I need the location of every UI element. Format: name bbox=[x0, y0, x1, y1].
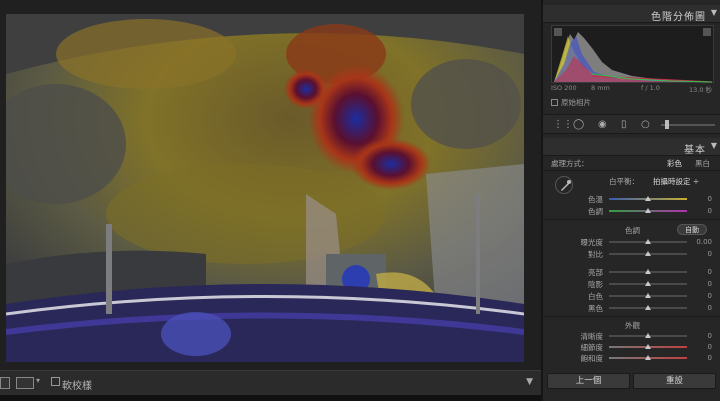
basic-title: 基本 bbox=[684, 145, 706, 156]
contrast-slider-knob[interactable] bbox=[645, 251, 651, 256]
vibrance-value[interactable]: 0 bbox=[688, 343, 712, 351]
histogram-graph bbox=[554, 32, 713, 83]
tint-value[interactable]: 0 bbox=[688, 207, 712, 215]
graduated-filter-icon[interactable]: ▯ bbox=[621, 119, 627, 131]
histogram-header[interactable]: 色階分佈圖 ▼ bbox=[543, 5, 720, 23]
exposure-label: 曝光度 bbox=[580, 238, 604, 247]
soft-proof-label: 軟校樣 bbox=[62, 381, 92, 392]
tint-label: 色調 bbox=[588, 207, 603, 216]
white-balance-select[interactable]: 拍攝時設定 ÷ bbox=[653, 176, 699, 187]
divider bbox=[543, 219, 720, 220]
treatment-bw-option[interactable]: 黑白 bbox=[695, 158, 710, 169]
vibrance-label: 細節度 bbox=[580, 343, 604, 352]
shadows-label: 陰影 bbox=[588, 280, 603, 289]
shadow-clipping-icon[interactable] bbox=[554, 28, 562, 36]
shadows-value[interactable]: 0 bbox=[688, 280, 712, 288]
saturation-value[interactable]: 0 bbox=[688, 354, 712, 362]
presence-label: 外觀 bbox=[625, 321, 640, 330]
contrast-value[interactable]: 0 bbox=[688, 250, 712, 258]
original-photo-label: 原始相片 bbox=[561, 98, 591, 107]
toolbar-bottom: ▾ 軟校樣 ▼ bbox=[0, 370, 541, 395]
highlights-slider-knob[interactable] bbox=[645, 269, 651, 274]
focal-length-value: 8 mm bbox=[591, 84, 610, 92]
compare-view-button[interactable] bbox=[16, 377, 34, 389]
soft-proof-checkbox[interactable] bbox=[51, 377, 60, 386]
exposure-slider-knob[interactable] bbox=[645, 239, 651, 244]
brush-slider[interactable] bbox=[661, 124, 715, 126]
iso-value: ISO 200 bbox=[551, 84, 577, 92]
temp-label: 色溫 bbox=[588, 195, 603, 204]
crop-tool-icon[interactable]: ⋮⋮ bbox=[553, 119, 573, 131]
clarity-label: 清晰度 bbox=[580, 332, 604, 341]
whites-slider-knob[interactable] bbox=[645, 293, 651, 298]
blacks-slider-knob[interactable] bbox=[645, 305, 651, 310]
photo-preview[interactable] bbox=[6, 14, 524, 362]
spot-removal-icon[interactable]: ◯ bbox=[573, 119, 584, 131]
highlights-label: 亮部 bbox=[588, 268, 603, 277]
reset-button[interactable]: 重設 bbox=[633, 373, 716, 389]
white-balance-dropper-icon[interactable] bbox=[555, 176, 573, 194]
loupe-view-button[interactable] bbox=[0, 377, 10, 389]
divider bbox=[543, 170, 720, 171]
aperture-value: f / 1.0 bbox=[641, 84, 660, 92]
basic-header[interactable]: 基本 ▼ bbox=[543, 138, 720, 156]
divider bbox=[543, 316, 720, 317]
exposure-value[interactable]: 0.00 bbox=[688, 238, 712, 246]
red-eye-icon[interactable]: ◉ bbox=[598, 119, 607, 131]
whites-label: 白色 bbox=[588, 292, 603, 301]
shutter-value: 13.0 秒 bbox=[689, 86, 713, 94]
view-dropdown-icon[interactable]: ▾ bbox=[36, 376, 40, 385]
whites-value[interactable]: 0 bbox=[688, 292, 712, 300]
histogram-title: 色階分佈圖 bbox=[651, 12, 706, 23]
toolbar-dropdown-icon[interactable]: ▼ bbox=[526, 377, 533, 387]
saturation-label: 飽和度 bbox=[580, 354, 604, 363]
collapse-icon: ▼ bbox=[710, 141, 717, 150]
photo-image bbox=[6, 14, 524, 362]
shadows-slider-knob[interactable] bbox=[645, 281, 651, 286]
image-canvas-area bbox=[0, 0, 541, 370]
tool-strip: ⋮⋮ ◯ ◉ ▯ ○ bbox=[543, 114, 720, 134]
histogram-chart[interactable] bbox=[551, 25, 714, 83]
collapse-icon: ▼ bbox=[710, 8, 717, 17]
tone-label: 色調 bbox=[625, 226, 640, 235]
treatment-label: 處理方式： bbox=[551, 159, 589, 168]
vibrance-slider-knob[interactable] bbox=[645, 344, 651, 349]
blacks-value[interactable]: 0 bbox=[688, 304, 712, 312]
white-balance-label: 白平衡： bbox=[609, 177, 639, 186]
temp-slider-knob[interactable] bbox=[645, 196, 651, 201]
treatment-color-option[interactable]: 彩色 bbox=[667, 158, 682, 169]
contrast-label: 對比 bbox=[588, 250, 603, 259]
blacks-label: 黑色 bbox=[588, 304, 603, 313]
temp-value[interactable]: 0 bbox=[688, 195, 712, 203]
right-panel: 色階分佈圖 ▼ ISO 200 8 mm f / 1.0 13.0 秒 原始相片… bbox=[541, 0, 720, 401]
auto-tone-button[interactable]: 自動 bbox=[677, 224, 707, 235]
tint-slider-knob[interactable] bbox=[645, 208, 651, 213]
clarity-slider-knob[interactable] bbox=[645, 333, 651, 338]
highlight-clipping-icon[interactable] bbox=[703, 28, 711, 36]
lightroom-develop-window: ▾ 軟校樣 ▼ 色階分佈圖 ▼ ISO 200 8 mm f / 1.0 13.… bbox=[0, 0, 720, 401]
clarity-value[interactable]: 0 bbox=[688, 332, 712, 340]
saturation-slider-knob[interactable] bbox=[645, 355, 651, 360]
highlights-value[interactable]: 0 bbox=[688, 268, 712, 276]
brush-slider-knob[interactable] bbox=[665, 120, 669, 129]
radial-filter-icon[interactable]: ○ bbox=[641, 119, 650, 131]
previous-button[interactable]: 上一個 bbox=[547, 373, 630, 389]
original-photo-checkbox[interactable] bbox=[551, 99, 558, 106]
